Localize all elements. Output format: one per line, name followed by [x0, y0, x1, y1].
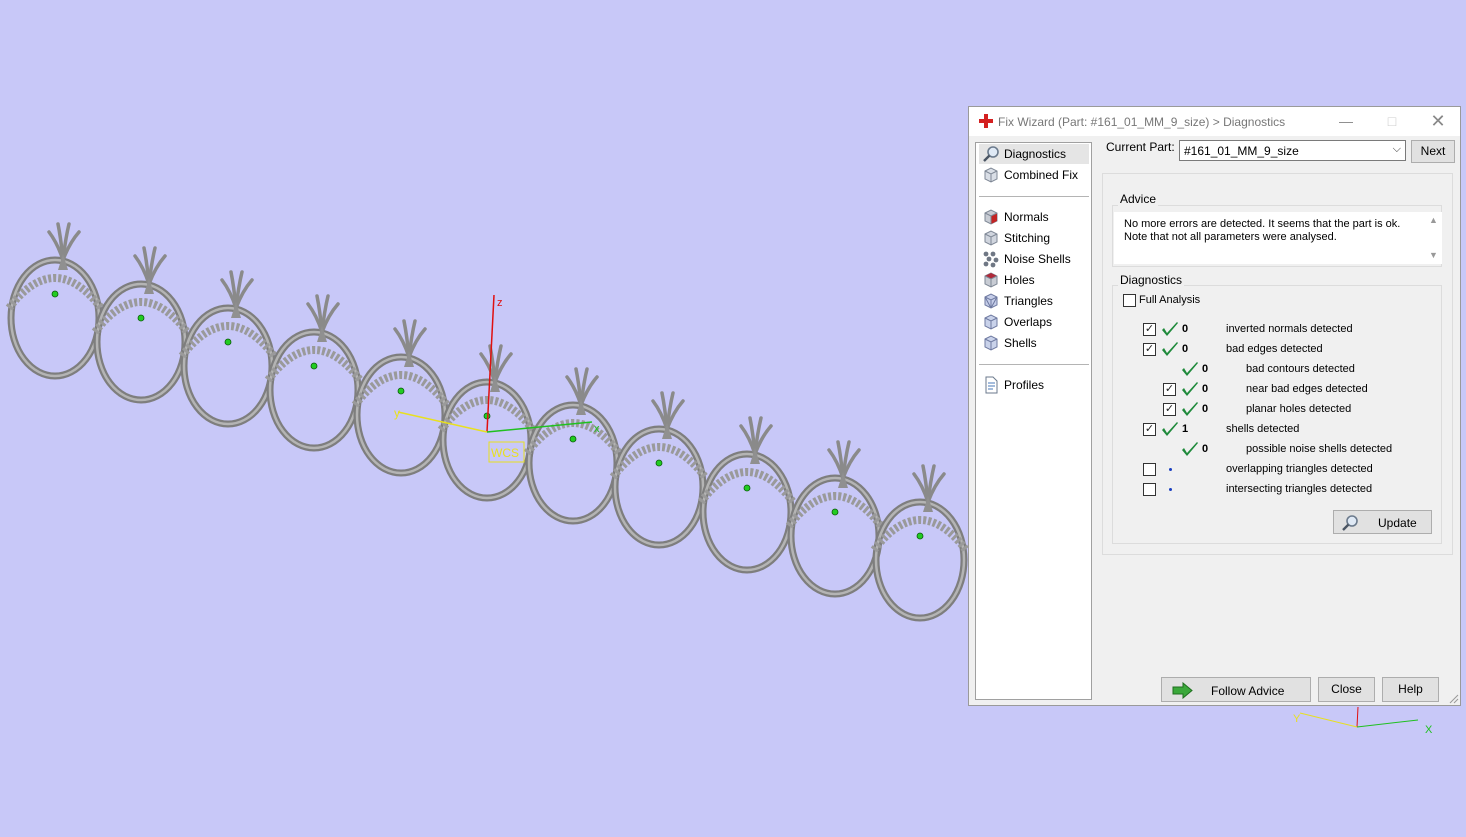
current-part-label: Current Part:	[1106, 140, 1175, 154]
current-part-select[interactable]: #161_01_MM_9_size ⌵	[1179, 140, 1406, 161]
red-cross-icon	[979, 114, 993, 128]
mini-axis-y-label: Y	[1293, 713, 1301, 725]
scroll-down-icon[interactable]: ▼	[1429, 250, 1438, 260]
diagnostic-count: 0	[1182, 343, 1189, 355]
diagnostic-checkbox[interactable]: ✓	[1143, 423, 1156, 436]
magnifier-icon	[1342, 515, 1358, 531]
nav-label: Noise Shells	[1004, 252, 1071, 266]
diagnostic-count: 0	[1202, 403, 1209, 415]
nav-item-triangles[interactable]: Triangles	[979, 291, 1089, 311]
scroll-up-icon[interactable]: ▲	[1429, 215, 1438, 225]
green-arrow-icon	[1172, 682, 1193, 699]
current-part-value: #161_01_MM_9_size	[1184, 144, 1299, 158]
nav-label: Normals	[1004, 210, 1049, 224]
advice-scrollbar[interactable]: ▲ ▼	[1425, 212, 1442, 264]
triangles-cube-icon	[984, 293, 998, 309]
shells-cube-icon	[984, 335, 998, 351]
profile-document-icon	[985, 376, 998, 394]
diagnostic-checkbox[interactable]	[1143, 483, 1156, 496]
diagnostic-count: 0	[1202, 363, 1209, 375]
nav-label: Triangles	[1004, 294, 1053, 308]
close-window-button[interactable]: ✕	[1415, 107, 1461, 136]
nav-label: Profiles	[1004, 378, 1045, 392]
nav-item-noise-shells[interactable]: Noise Shells	[979, 249, 1089, 269]
check-icon	[1182, 382, 1198, 396]
magnifier-icon	[983, 146, 999, 162]
nav-item-profiles[interactable]: Profiles	[979, 375, 1089, 395]
pending-dot-icon	[1169, 488, 1172, 491]
diagnostic-text: planar holes detected	[1246, 403, 1352, 415]
diagnostic-text: shells detected	[1226, 423, 1300, 435]
diagnostic-count: 0	[1202, 383, 1209, 395]
nav-item-diagnostics[interactable]: Diagnostics	[979, 144, 1089, 164]
check-icon	[1182, 362, 1198, 376]
diagnostic-text: bad edges detected	[1226, 343, 1323, 355]
chevron-down-icon: ⌵	[1392, 143, 1401, 155]
cube-icon	[984, 167, 998, 183]
check-icon	[1162, 322, 1178, 336]
nav-item-combined-fix[interactable]: Combined Fix	[979, 165, 1089, 185]
diagnostic-checkbox[interactable]: ✓	[1163, 403, 1176, 416]
diagnostic-count: 0	[1202, 443, 1209, 455]
follow-advice-label: Follow Advice	[1211, 684, 1285, 698]
diagnostic-checkbox[interactable]	[1143, 463, 1156, 476]
fix-wizard-window: Fix Wizard (Part: #161_01_MM_9_size) > D…	[968, 106, 1461, 706]
normals-cube-icon	[984, 209, 998, 225]
nav-label: Holes	[1004, 273, 1035, 287]
nav-separator	[979, 364, 1089, 365]
diagnostic-text: near bad edges detected	[1246, 383, 1368, 395]
maximize-button[interactable]: □	[1369, 107, 1415, 136]
advice-text: No more errors are detected. It seems th…	[1124, 218, 1401, 243]
overlaps-cube-icon	[984, 314, 998, 330]
advice-legend: Advice	[1118, 192, 1159, 206]
update-button[interactable]: Update	[1333, 510, 1432, 534]
full-analysis-checkbox[interactable]	[1123, 294, 1136, 307]
diagnostic-text: intersecting triangles detected	[1226, 483, 1373, 495]
nav-item-shells[interactable]: Shells	[979, 333, 1089, 353]
check-icon	[1162, 422, 1178, 436]
nav-item-holes[interactable]: Holes	[979, 270, 1089, 290]
diagnostic-text: bad contours detected	[1246, 363, 1355, 375]
nav-label: Overlaps	[1004, 315, 1053, 329]
full-analysis-label: Full Analysis	[1139, 294, 1201, 306]
diagnostic-count: 0	[1182, 323, 1189, 335]
nav-item-stitching[interactable]: Stitching	[979, 228, 1089, 248]
help-button[interactable]: Help	[1382, 677, 1439, 702]
noise-shells-icon	[983, 251, 999, 268]
advice-textbox: No more errors are detected. It seems th…	[1114, 212, 1442, 264]
diagnostic-count: 1	[1182, 423, 1189, 435]
window-titlebar[interactable]: Fix Wizard (Part: #161_01_MM_9_size) > D…	[969, 107, 1460, 136]
resize-grip-icon[interactable]	[1449, 694, 1459, 704]
close-button[interactable]: Close	[1318, 677, 1375, 702]
update-label: Update	[1378, 516, 1417, 530]
window-title: Fix Wizard (Part: #161_01_MM_9_size) > D…	[998, 115, 1286, 129]
check-icon	[1182, 442, 1198, 456]
nav-separator	[979, 196, 1089, 197]
nav-label: Stitching	[1004, 231, 1051, 245]
wizard-nav: Diagnostics Combined Fix Normals Stitchi…	[975, 142, 1092, 700]
check-icon	[1162, 342, 1178, 356]
nav-label: Shells	[1004, 336, 1037, 350]
check-icon	[1182, 402, 1198, 416]
minimize-button[interactable]: —	[1323, 107, 1369, 136]
diagnostic-text: overlapping triangles detected	[1226, 463, 1373, 475]
nav-label: Diagnostics	[1004, 147, 1067, 161]
follow-advice-button[interactable]: Follow Advice	[1161, 677, 1311, 702]
pending-dot-icon	[1169, 468, 1172, 471]
diagnostic-checkbox[interactable]: ✓	[1143, 323, 1156, 336]
mini-axis-x-label: X	[1425, 724, 1433, 736]
stitching-cube-icon	[984, 230, 998, 246]
diagnostic-checkbox[interactable]: ✓	[1143, 343, 1156, 356]
diagnostic-checkbox[interactable]: ✓	[1163, 383, 1176, 396]
holes-cube-icon	[984, 272, 998, 288]
diagnostic-text: inverted normals detected	[1226, 323, 1353, 335]
diagnostic-text: possible noise shells detected	[1246, 443, 1393, 455]
next-button[interactable]: Next	[1411, 140, 1455, 163]
nav-label: Combined Fix	[1004, 168, 1079, 182]
nav-item-normals[interactable]: Normals	[979, 207, 1089, 227]
diagnostics-legend: Diagnostics	[1118, 273, 1185, 287]
nav-item-overlaps[interactable]: Overlaps	[979, 312, 1089, 332]
